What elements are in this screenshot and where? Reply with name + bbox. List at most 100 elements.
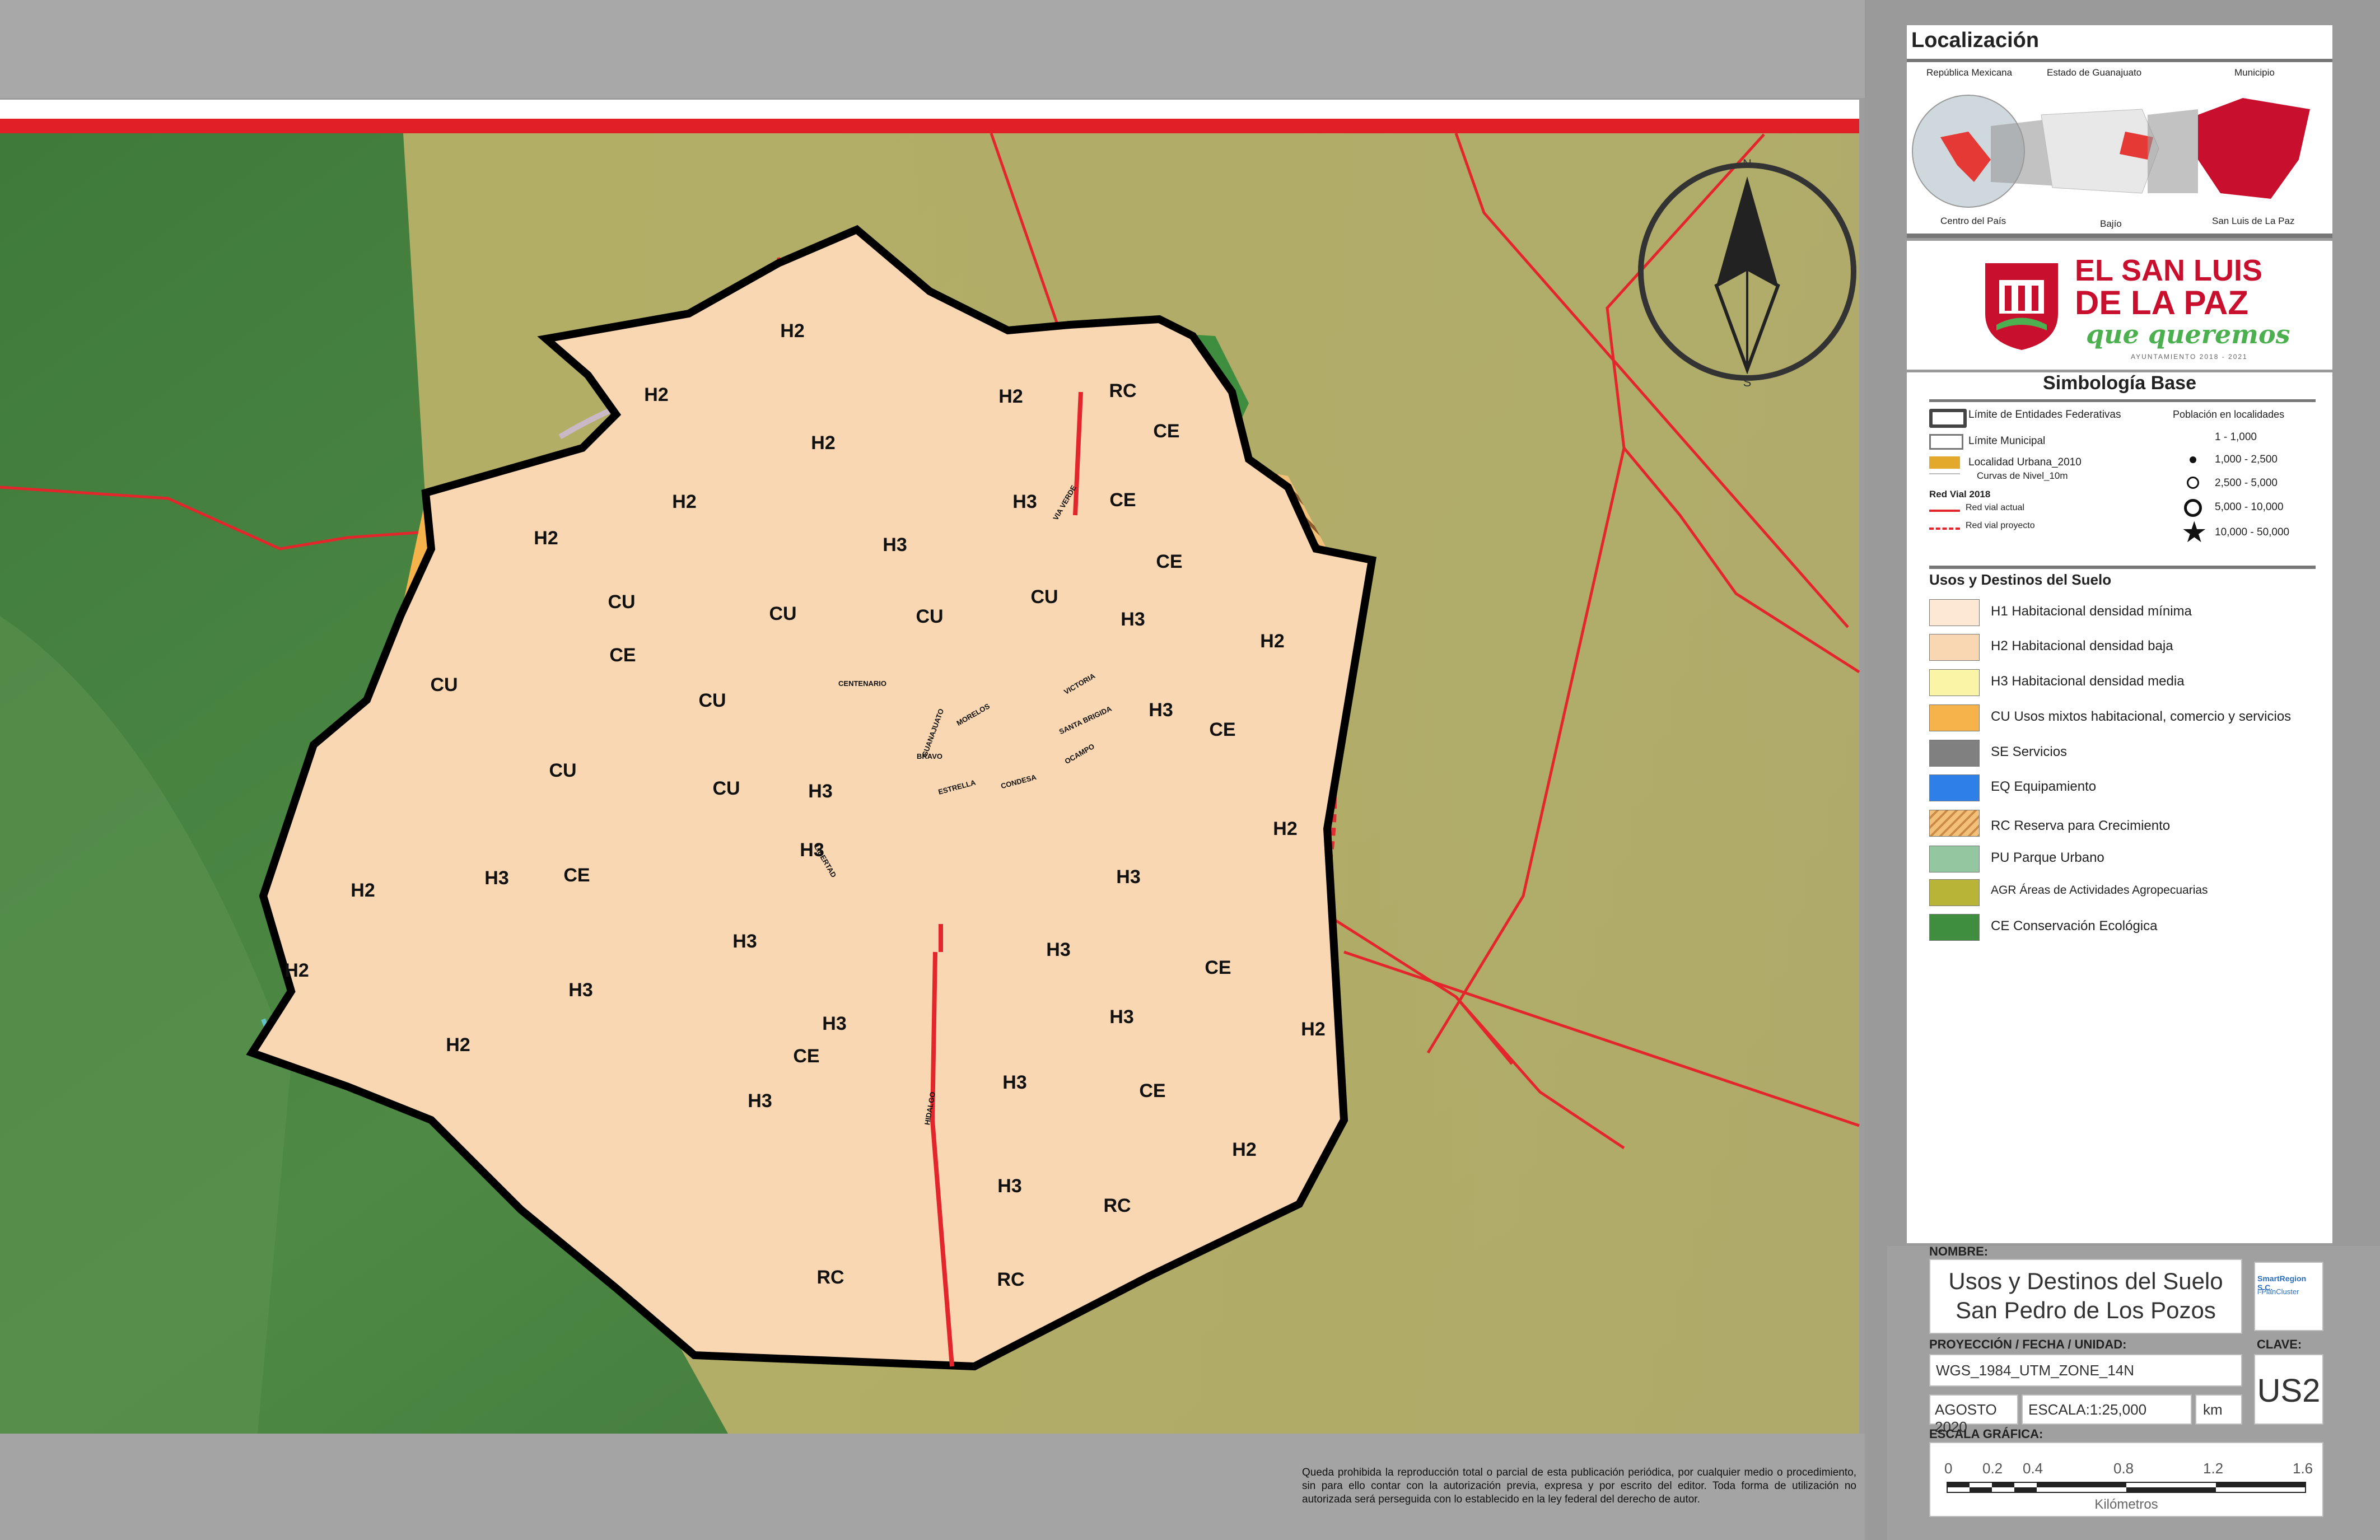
firm-line2: i-PlanCluster (2257, 1287, 2299, 1296)
clave-label: CLAVE: (2257, 1337, 2302, 1351)
pob-5: 10,000 - 50,000 (2215, 526, 2290, 538)
zone-label: CE (793, 1046, 819, 1067)
zone-label: H2 (780, 320, 804, 342)
unidad-value: km (2203, 1401, 2223, 1418)
pob-4: 5,000 - 10,000 (2215, 501, 2284, 513)
proyeccion-value: WGS_1984_UTM_ZONE_14N (1936, 1362, 2135, 1379)
zone-label: H2 (446, 1034, 470, 1056)
logo-line1: EL SAN LUIS (2075, 254, 2263, 287)
legend-contour-label: Curvas de Nivel_10m (1977, 470, 2068, 481)
star-icon: ★ (2181, 516, 2208, 549)
caption-bajio: Bajío (2100, 218, 2122, 229)
nombre-box: Usos y Destinos del Suelo San Pedro de L… (1929, 1259, 2242, 1334)
usos-title: Usos y Destinos del Suelo (1929, 571, 2112, 588)
localizacion-title: Localización (1911, 29, 2040, 52)
swatch-h2 (1929, 634, 1980, 661)
zone-label: CE (1156, 551, 1182, 572)
disclaimer: Queda prohibida la reproducción total o … (1302, 1467, 1856, 1505)
zone-label: H3 (1046, 939, 1070, 960)
zone-label: H3 (808, 781, 832, 802)
zone-label: CE (1139, 1080, 1165, 1102)
zone-label: H2 (811, 432, 835, 454)
big-ring-dot-icon (2184, 499, 2202, 517)
zone-label: H2 (998, 386, 1023, 407)
legend-urban-label: Localidad Urbana_2010 (1968, 456, 2082, 468)
escala-value: ESCALA:1:25,000 (2028, 1401, 2147, 1418)
zone-label: H2 (672, 491, 696, 512)
zone-label: RC (997, 1269, 1024, 1290)
zone-label: H3 (748, 1090, 772, 1112)
zone-label: CU (608, 591, 635, 613)
map-frame[interactable]: CENTENARIO HIDALGO MORELOS VICTORIA OCAM… (0, 0, 1865, 1540)
zone-label: H2 (1301, 1019, 1325, 1040)
dashed-road-icon (1929, 528, 1960, 530)
zone-label: H2 (1273, 818, 1297, 839)
municipal-boundary-icon (1929, 434, 1963, 450)
zone-label: CU (430, 674, 458, 696)
scale-tick-2: 0.4 (2023, 1460, 2043, 1477)
land-use-map[interactable]: CENTENARIO HIDALGO MORELOS VICTORIA OCAM… (0, 0, 1865, 1540)
zone-label: H3 (1109, 1006, 1133, 1028)
scale-unit: Kilómetros (2094, 1497, 2158, 1512)
swatch-agr (1929, 879, 1980, 906)
zone-label: CU (1030, 586, 1058, 608)
shield-icon (1985, 263, 2058, 350)
zone-label: RC (816, 1267, 844, 1288)
zone-label: H2 (644, 384, 668, 405)
header-red-bar (0, 119, 1859, 133)
zone-label: H3 (1149, 699, 1173, 721)
clave-value: US2 (2257, 1373, 2321, 1409)
solid-road-icon (1929, 510, 1960, 512)
localizacion-maps (1907, 81, 2332, 208)
usos-cu: CU Usos mixtos habitacional, comercio y … (1991, 709, 2292, 724)
ring-dot-icon (2187, 477, 2199, 489)
scale-bar-box: 0 0.2 0.4 0.8 1.2 1.6 Kilómetros (1929, 1442, 2323, 1517)
zone-label: H2 (1232, 1139, 1256, 1160)
scale-tick-4: 1.2 (2203, 1460, 2224, 1477)
escala-box: ESCALA:1:25,000 (2022, 1394, 2192, 1425)
swatch-se (1929, 740, 1980, 767)
usos-h1: H1 Habitacional densidad mínima (1991, 604, 2192, 619)
simbologia-title: Simbología Base (2043, 372, 2196, 394)
nombre-label: NOMBRE: (1929, 1244, 1989, 1258)
red-vial-title: Red Vial 2018 (1929, 489, 1991, 500)
zone-label: CE (1153, 421, 1179, 442)
zone-label: CU (712, 778, 740, 799)
zone-label: CU (549, 760, 576, 781)
usos-agr: AGR Áreas de Actividades Agropecuarias (1991, 884, 2208, 897)
clave-box: US2 (2254, 1354, 2323, 1425)
nombre-line1: Usos y Destinos del Suelo (1948, 1268, 2223, 1294)
swatch-pu (1929, 846, 1980, 872)
header-white-bar (0, 100, 1859, 119)
swatch-h3 (1929, 669, 1980, 696)
usos-h3: H3 Habitacional densidad media (1991, 674, 2185, 689)
zone-label: CE (1205, 957, 1231, 978)
proyeccion-box: WGS_1984_UTM_ZONE_14N (1929, 1354, 2242, 1387)
swatch-h1 (1929, 599, 1980, 626)
caption-centro: Centro del País (1940, 216, 2006, 226)
zone-label: CU (698, 690, 726, 711)
pob-2: 1,000 - 2,500 (2215, 454, 2278, 465)
swatch-rc (1929, 810, 1980, 837)
escala-grafica-label: ESCALA GRÁFICA: (1929, 1427, 2043, 1441)
usos-h2: H2 Habitacional densidad baja (1991, 638, 2173, 654)
zone-label: CE (563, 865, 590, 886)
zone-label: H3 (484, 867, 508, 889)
legend-municipal-label: Límite Municipal (1968, 435, 2046, 447)
scale-tick-0: 0 (1944, 1460, 1953, 1477)
logo-panel: EL SAN LUIS DE LA PAZ que queremos AYUNT… (1907, 241, 2332, 370)
thick-boundary-icon (1929, 409, 1967, 428)
zone-label: H2 (1260, 631, 1284, 652)
caption-estado: Estado de Guanajuato (2047, 67, 2142, 78)
zone-label: CU (916, 606, 943, 627)
unidad-box: km (2195, 1394, 2242, 1425)
logo-line4: AYUNTAMIENTO 2018 - 2021 (2131, 353, 2248, 361)
zone-label: H2 (284, 960, 309, 981)
logo-line2: DE LA PAZ (2075, 284, 2248, 321)
svg-text:N: N (1743, 157, 1752, 171)
zone-label: CU (769, 603, 796, 624)
swatch-cu (1929, 704, 1980, 731)
usos-se: SE Servicios (1991, 744, 2068, 759)
zone-label: H3 (822, 1013, 846, 1034)
caption-sanluis: San Luis de La Paz (2212, 216, 2295, 226)
